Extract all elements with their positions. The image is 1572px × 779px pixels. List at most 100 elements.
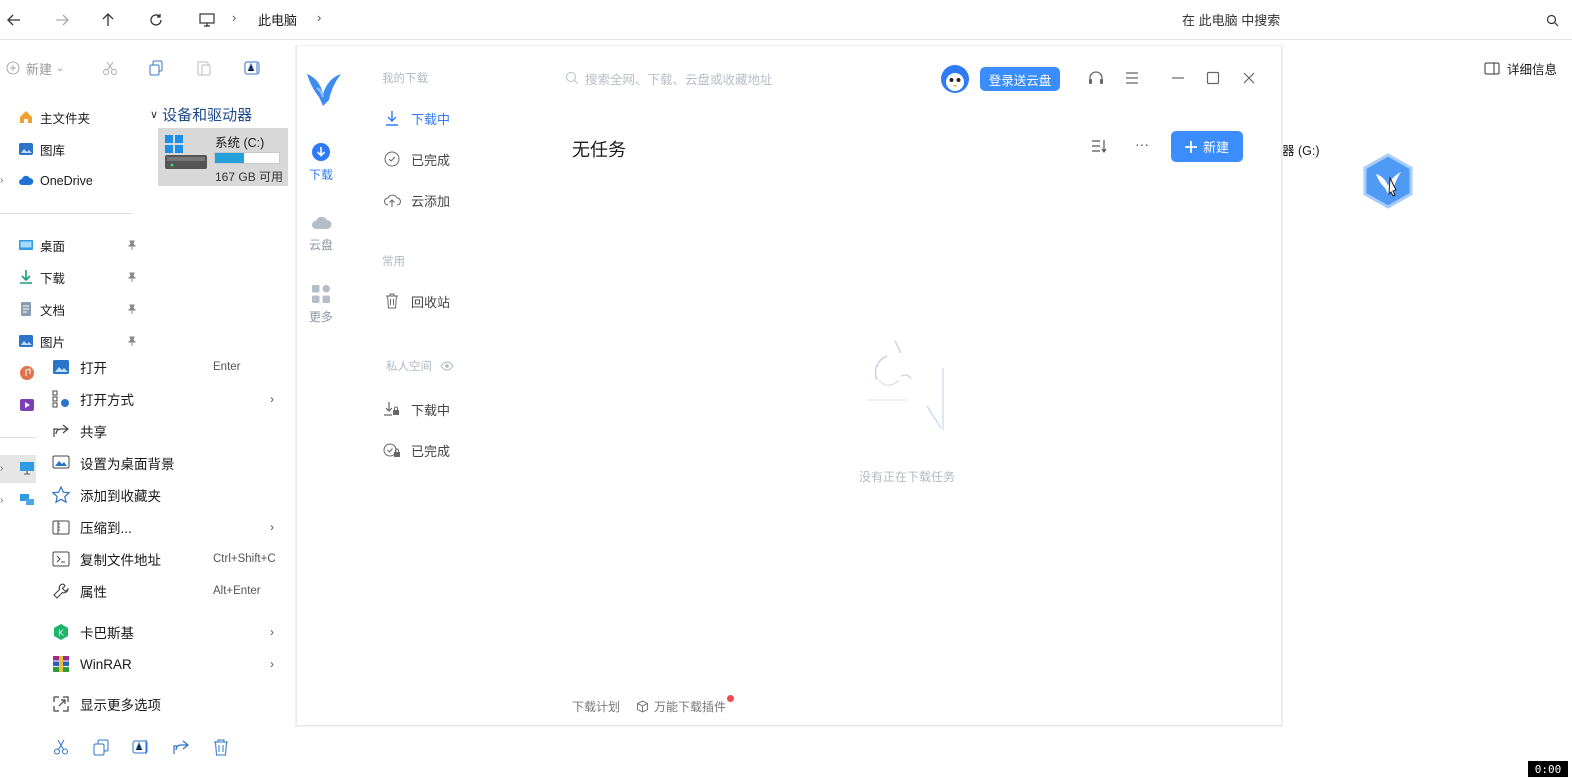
windows-logo-icon: [165, 135, 183, 153]
menu-item[interactable]: K 卡巴斯基 ›: [36, 617, 286, 647]
menu-item[interactable]: 打开 Enter: [36, 352, 286, 382]
menu-icon[interactable]: [1125, 72, 1139, 84]
explorer-search-input[interactable]: 在 此电脑 中搜索: [1182, 10, 1280, 29]
nav-downloading[interactable]: 下载中: [383, 106, 450, 130]
avatar[interactable]: [940, 64, 970, 94]
pin-icon[interactable]: [127, 272, 137, 282]
nav-label: 下载中: [411, 402, 451, 418]
empty-state-illustration: [867, 340, 944, 430]
menu-item[interactable]: 属性 Alt+Enter: [36, 576, 286, 606]
headset-icon[interactable]: [1088, 70, 1104, 86]
sidebar-item-gallery[interactable]: 图库: [18, 137, 65, 161]
details-pane-button[interactable]: 详细信息: [1484, 59, 1557, 78]
rail-cloud[interactable]: 云盘: [298, 214, 344, 253]
sidebar-item-downloads[interactable]: 下载: [18, 265, 65, 289]
rail-more[interactable]: 更多: [298, 284, 344, 325]
share-icon[interactable]: [172, 738, 190, 756]
drive-name: 系统 (C:): [215, 136, 265, 150]
sidebar-item-onedrive[interactable]: OneDrive: [18, 169, 93, 193]
up-arrow-icon[interactable]: [96, 8, 120, 32]
login-button[interactable]: 登录送云盘: [980, 67, 1060, 91]
group-private-space: 私人空间: [386, 358, 454, 374]
pin-icon[interactable]: [127, 336, 137, 346]
search-placeholder: 搜索全网、下载、云盘或收藏地址: [585, 72, 773, 87]
cloud-icon: [312, 216, 332, 229]
cut-icon[interactable]: [102, 56, 118, 80]
expand-chevron-icon[interactable]: ›: [0, 175, 3, 186]
menu-item[interactable]: 压缩到... ›: [36, 512, 286, 542]
sidebar-item-desktop[interactable]: 桌面: [18, 233, 65, 257]
plugin-link[interactable]: 万能下载插件: [636, 698, 726, 715]
nav-recycle-bin[interactable]: 回收站: [383, 289, 450, 313]
drive-c-tile[interactable]: 系统 (C:) 167 GB 可用: [158, 128, 288, 186]
drive-g-label[interactable]: 器 (G:): [1282, 140, 1320, 159]
eye-icon[interactable]: [440, 361, 454, 371]
monitor-icon: [195, 8, 219, 32]
pin-icon[interactable]: [127, 240, 137, 250]
cut-icon[interactable]: [52, 738, 70, 756]
sort-icon[interactable]: [1091, 139, 1107, 153]
menu-item-label: 卡巴斯基: [80, 626, 134, 641]
group-common: 常用: [382, 256, 405, 268]
menu-item[interactable]: WinRAR ›: [36, 649, 286, 679]
expand-chevron-icon[interactable]: ›: [0, 495, 3, 506]
refresh-icon[interactable]: [144, 8, 168, 32]
music-icon[interactable]: [19, 365, 35, 381]
copy-icon[interactable]: [92, 738, 110, 756]
breadcrumb-chevron-icon[interactable]: ›: [317, 10, 321, 25]
menu-item[interactable]: 添加到收藏夹: [36, 480, 286, 510]
rail-label: 云盘: [308, 238, 333, 252]
close-icon[interactable]: [1242, 71, 1256, 85]
more-icon[interactable]: ···: [1135, 136, 1149, 152]
menu-item[interactable]: 共享: [36, 416, 286, 446]
sidebar-item-documents[interactable]: 文档: [18, 297, 65, 321]
menu-item[interactable]: 复制文件地址 Ctrl+Shift+C: [36, 544, 286, 574]
drive-usage-bar: [214, 152, 280, 164]
menu-item[interactable]: 打开方式 ›: [36, 384, 286, 414]
chevron-right-icon: ›: [270, 520, 274, 534]
menu-item[interactable]: 设置为桌面背景: [36, 448, 286, 478]
maximize-icon[interactable]: [1206, 71, 1220, 85]
copy-icon[interactable]: [148, 56, 164, 80]
search-icon: [566, 72, 578, 84]
rail-label: 更多: [308, 310, 333, 324]
nav-label: 下载中: [411, 111, 451, 127]
nav-cloud-add[interactable]: 云添加: [383, 188, 450, 212]
new-task-button[interactable]: 新建: [1171, 131, 1243, 162]
drive-free-space: 167 GB 可用: [215, 170, 284, 184]
back-arrow-icon[interactable]: [2, 8, 26, 32]
breadcrumb-this-pc[interactable]: 此电脑: [258, 10, 297, 29]
rename-icon[interactable]: [244, 56, 262, 80]
section-devices-drives[interactable]: ∨ 设备和驱动器: [150, 104, 252, 125]
chevron-right-icon: ›: [270, 392, 274, 406]
nav-completed[interactable]: 已完成: [383, 147, 450, 171]
menu-item[interactable]: 显示更多选项: [36, 689, 286, 719]
delete-icon[interactable]: [212, 738, 230, 756]
minimize-icon[interactable]: [1171, 73, 1185, 83]
nav-private-downloading[interactable]: 下载中: [383, 397, 450, 421]
xunlei-search-input[interactable]: 搜索全网、下载、云盘或收藏地址: [565, 66, 825, 90]
download-arrow-icon: [386, 111, 398, 126]
new-button[interactable]: 新建 ⌄: [6, 56, 64, 80]
search-icon[interactable]: [1540, 8, 1564, 32]
nav-private-completed[interactable]: 已完成: [383, 438, 450, 462]
zip-icon: [52, 518, 70, 536]
pin-icon[interactable]: [127, 304, 137, 314]
chevron-right-icon: ›: [270, 625, 274, 639]
network-icon[interactable]: [19, 493, 35, 507]
check-circle-icon: [384, 151, 400, 167]
video-icon[interactable]: [19, 397, 35, 413]
copy-path-icon: [52, 550, 70, 568]
address-bar: › 此电脑 › 在 此电脑 中搜索: [0, 0, 1572, 40]
menu-item-label: 属性: [80, 585, 107, 600]
sidebar-item-home[interactable]: 主文件夹: [18, 105, 90, 129]
expand-chevron-icon[interactable]: ›: [0, 463, 3, 474]
xunlei-float-widget-icon[interactable]: [1360, 152, 1416, 210]
rail-download[interactable]: 下载: [298, 142, 344, 183]
paste-icon[interactable]: [196, 56, 212, 80]
download-plan-link[interactable]: 下载计划: [572, 698, 620, 715]
sidebar-item-label: 图片: [40, 335, 66, 350]
forward-arrow-icon[interactable]: [50, 8, 74, 32]
rail-label: 下载: [308, 168, 333, 182]
rename-icon[interactable]: [132, 738, 150, 756]
